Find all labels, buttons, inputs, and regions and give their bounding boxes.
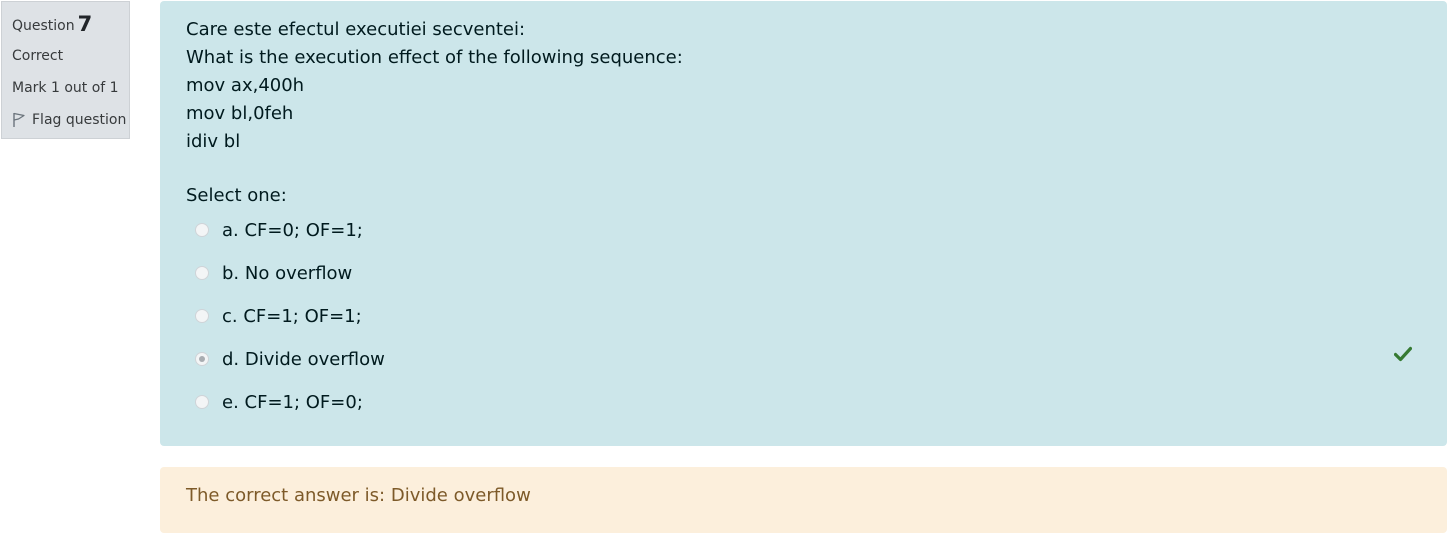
flag-icon	[12, 112, 32, 128]
question-grade: Mark 1 out of 1	[12, 80, 119, 96]
right-answer-text: The correct answer is: Divide overflow	[186, 485, 531, 506]
question-info-panel: Question 7 Correct Mark 1 out of 1 Flag q…	[1, 1, 130, 139]
answer-option-d[interactable]: d. Divide overflow	[195, 347, 385, 371]
question-text: Care este efectul executiei secventei: W…	[186, 16, 683, 156]
question-formulation: Care este efectul executiei secventei: W…	[160, 1, 1447, 446]
question-text-line: mov bl,0feh	[186, 103, 294, 124]
question-label: Question	[12, 18, 75, 34]
question-number: 7	[77, 12, 93, 36]
question-text-line: What is the execution effect of the foll…	[186, 47, 683, 68]
question-text-line: mov ax,400h	[186, 75, 305, 96]
answer-option-c[interactable]: c. CF=1; OF=1;	[195, 304, 362, 328]
question-text-line: idiv bl	[186, 131, 241, 152]
answer-option-label: e. CF=1; OF=0;	[222, 391, 363, 413]
question-state: Correct	[12, 48, 64, 64]
radio-button[interactable]	[195, 223, 209, 237]
answer-option-b[interactable]: b. No overflow	[195, 261, 352, 285]
radio-button[interactable]	[195, 395, 209, 409]
question-text-line: Care este efectul executiei secventei:	[186, 19, 526, 40]
flag-question-link[interactable]: Flag question	[12, 112, 126, 128]
radio-button[interactable]	[195, 266, 209, 280]
question-number-line: Question 7	[12, 11, 93, 36]
answer-option-label: a. CF=0; OF=1;	[222, 219, 363, 241]
radio-button-selected[interactable]	[195, 352, 209, 366]
answer-option-e[interactable]: e. CF=1; OF=0;	[195, 390, 363, 414]
answer-option-label: d. Divide overflow	[222, 348, 385, 370]
answer-option-label: b. No overflow	[222, 262, 353, 284]
answer-option-label: c. CF=1; OF=1;	[222, 305, 362, 327]
checkmark-icon	[1393, 346, 1413, 366]
flag-question-label: Flag question	[32, 112, 127, 128]
feedback-panel: The correct answer is: Divide overflow	[160, 467, 1447, 533]
radio-button[interactable]	[195, 309, 209, 323]
select-one-prompt: Select one:	[186, 185, 287, 206]
answer-option-a[interactable]: a. CF=0; OF=1;	[195, 218, 363, 242]
